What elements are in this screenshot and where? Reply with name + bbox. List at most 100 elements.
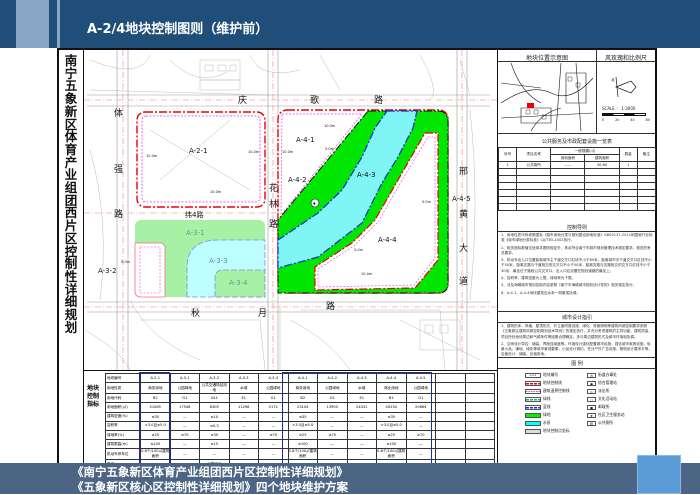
cell [435, 420, 466, 431]
road-tiqiang-char: 路 [114, 208, 123, 220]
cell: E1 [228, 393, 259, 404]
road-qiuyue-char: 月 [258, 308, 267, 319]
cell: 公园绿地 [169, 382, 200, 395]
parcel-a-2-1-setback-line [141, 115, 261, 203]
location-map [501, 63, 593, 131]
table-row: 1 公共厕所 —— 30-60 1 [497, 161, 657, 169]
cell: ≤15 [199, 439, 230, 450]
public-toilet-glyph: ♦ [313, 201, 317, 206]
parcel-label: A-4-3 [357, 171, 376, 179]
setback-label: 10.0m [146, 154, 158, 158]
legend-item: ■ 邮政所 [587, 404, 609, 410]
guideline-item: 5、涉及海绵城市规划控制内容参照《南宁市海绵城市规划设计导则》相关规定执行。 [501, 283, 637, 288]
guideline-item: 6、A-4-1、A-4-4地块建筑应水系一侧景观协调。 [501, 290, 580, 295]
cell: 公共厕所 [516, 161, 552, 169]
scale-label: SCALE ： 1:3000 [602, 106, 636, 111]
road-hualin-char: 路 [269, 218, 278, 230]
divider [498, 133, 656, 134]
legend-item: 蓝线 [525, 404, 551, 410]
decor-stripe [0, 0, 6, 48]
facilities-table: 序号 项目名称 一般规模(㎡) 数量 备注 用地面积 建筑面积 1 公共厕所 —— 30-60 1 [497, 147, 657, 211]
highlight-box-a-2-1 [139, 372, 170, 467]
parcel-label: A-3-1 [186, 229, 205, 237]
cell [636, 161, 657, 169]
cell: S41 [199, 393, 230, 404]
map-svg: ♦ 庆 歌 路 体 强 路 纬4路 花 林 路 秋 月 路 邢 黄 大 道 A-… [84, 50, 497, 370]
title-bar: A-2/4地块控制图则（维护前） [0, 0, 700, 48]
decor-stripe [57, 0, 60, 48]
row-header: 机动车停车位 [105, 448, 141, 461]
guidelines-list: 1、用地性质代码参照国标《城市用地分类与规划建设用地标准》GB50137-201… [501, 233, 653, 296]
road-hualin-char: 花 [269, 182, 278, 194]
cell: — [199, 448, 230, 461]
legend-label: 地块控制点坐标 [543, 428, 570, 433]
cell [464, 420, 495, 431]
cell [464, 372, 495, 384]
footer-bar: 《南宁五象新区体育产业组团西片区控制性详细规划》 《五象新区核心区控制性详细规划… [0, 463, 700, 494]
right-panel: 地块位置示意图 风玫瑰和比例尺 北 SCALE ： 1:3000 0 20 40… [497, 50, 657, 468]
cell [435, 439, 466, 450]
cell [435, 448, 466, 461]
parcel-label: A-4-5 [452, 195, 471, 203]
design-title: 城市设计指引 [561, 315, 592, 321]
legend-item: 办街道办事处 [587, 372, 617, 378]
design-list: 1、建筑形体、风格、屋顶形式、外立面附属设施、绿化、夜景照明等建筑风貌控制要求参… [501, 324, 653, 358]
guideline-item: 1、用地性质代码参照国标《城市用地分类与规划建设用地标准》GB50137-201… [501, 233, 653, 243]
scale-tick: 80 [645, 118, 650, 122]
divider [498, 61, 656, 62]
guidelines-title: 控制导则 [566, 225, 587, 231]
setback-label: 10.0m [361, 272, 373, 276]
design-item: 2、空间设计导控：铺装、界面连续度等。环境设计强化配置城市设施，强化城市家具设施… [501, 341, 652, 357]
facilities-title: 公共服务及市政配套设施一览表 [541, 139, 612, 145]
cell: 8305 [199, 402, 230, 413]
page-title: A-2/4地块控制图则（维护前） [87, 22, 269, 37]
road-xinghuang-char: 邢 [459, 166, 468, 177]
station-icon: ● [587, 380, 596, 386]
vertical-plan-title: 南宁五象新区体育产业组团西片区控制性详细规划 [64, 53, 78, 335]
row-header: 容积率 [105, 420, 141, 431]
legend-label: 公共厕所 [598, 420, 614, 425]
parcel-a-3-2 [134, 242, 166, 298]
road-qiuyue-char: 路 [326, 300, 335, 312]
cell: ≤10 [199, 411, 230, 422]
decor-stripe [16, 0, 49, 48]
cell: — [169, 411, 200, 422]
cell [464, 429, 495, 441]
cell: 30-60 [584, 161, 620, 169]
row-header: 建筑限高(m) [105, 439, 141, 450]
cell [464, 411, 495, 422]
th: 备注 [636, 147, 657, 162]
cell: 1 [497, 161, 518, 169]
road-xinghuang-char: 道 [459, 275, 468, 287]
divider [498, 368, 656, 369]
parcel-label: A-4-4 [378, 236, 397, 244]
clinic-icon: ✚ [587, 412, 596, 418]
legend-label: 建筑退界控制线 [543, 388, 570, 393]
cell [464, 439, 495, 450]
cell: — [228, 420, 259, 431]
legend-item: 绿线 [525, 396, 551, 402]
legend-label: 水系 [543, 420, 551, 425]
th: 用地面积 [550, 154, 586, 162]
control-section-label: 地块控制指标 [86, 385, 99, 408]
legend-label: 文化活动站 [598, 396, 617, 401]
road-hualin-char: 林 [269, 198, 278, 210]
guideline-item: 4、容积率、建筑密度为上限，绿地率为下限。 [501, 276, 576, 281]
divider [498, 231, 656, 232]
cell: 1 [618, 161, 638, 169]
legend-label: 绿地 [543, 412, 551, 417]
scale-tick: 40 [630, 118, 635, 122]
cell: — [228, 429, 259, 441]
plan-map: ♦ 庆 歌 路 体 强 路 纬4路 花 林 路 秋 月 路 邢 黄 大 道 A-… [84, 50, 497, 370]
legend-item: ◎ 派出所 [587, 388, 609, 394]
th: 序号 [497, 147, 518, 162]
th: 建筑面积 [584, 154, 620, 162]
road-xinghuang-char: 大 [459, 242, 468, 254]
culture-icon: ○ [587, 396, 596, 402]
decor-square [637, 455, 681, 494]
road-xinghuang-char: 黄 [459, 208, 468, 220]
cell: — [228, 448, 259, 461]
setback-label: 5.0m [354, 248, 364, 252]
legend-item: ○ 文化活动站 [587, 396, 617, 402]
road-wei4: 纬4路 [185, 210, 203, 219]
